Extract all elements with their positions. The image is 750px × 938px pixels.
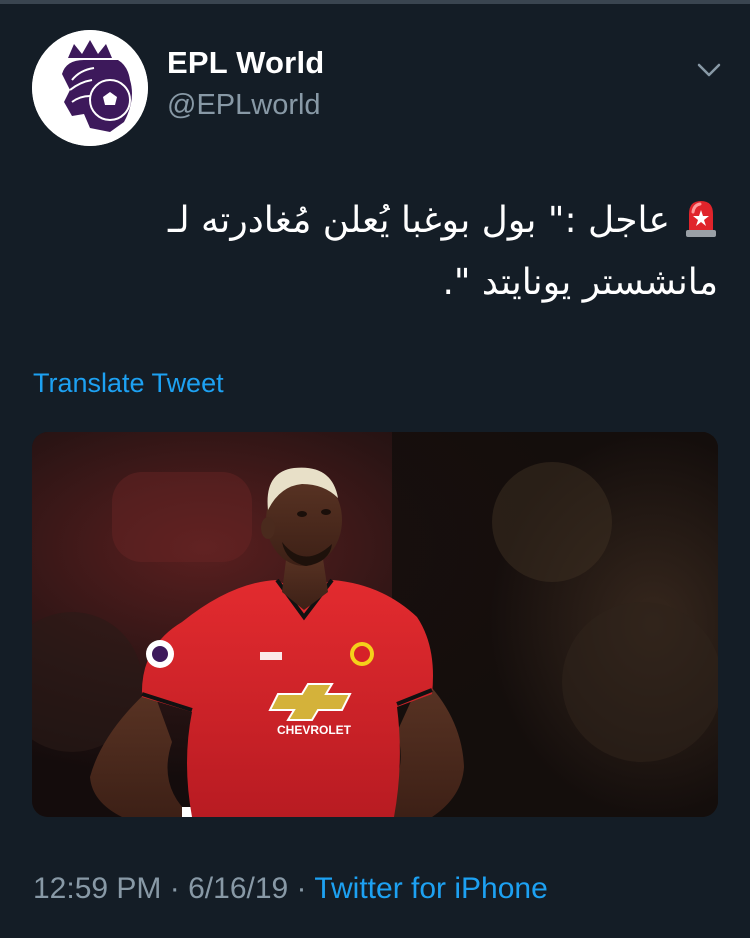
- tweet-timestamp: 12:59 PM · 6/16/19 · Twitter for iPhone: [33, 872, 548, 906]
- top-divider: [0, 0, 750, 4]
- tweet-text-block: عاجل :" بول بوغبا يُعلن مُغادرته لـ مانش…: [28, 190, 718, 314]
- translate-tweet-link[interactable]: Translate Tweet: [33, 368, 224, 399]
- tweet-media-photo[interactable]: CHEVROLET: [32, 432, 718, 817]
- premier-league-lion-icon: [32, 30, 148, 146]
- police-siren-icon: [684, 196, 718, 237]
- separator-dot: ·: [169, 872, 180, 905]
- tweet-text: عاجل :" بول بوغبا يُعلن مُغادرته لـ مانش…: [168, 200, 718, 303]
- photo-icon: CHEVROLET: [32, 432, 718, 817]
- avatar[interactable]: [32, 30, 148, 146]
- tweet-time: 12:59 PM: [33, 872, 162, 905]
- tweet-source-link[interactable]: Twitter for iPhone: [314, 872, 547, 905]
- user-handle[interactable]: @EPLworld: [167, 89, 321, 122]
- tweet-date: 6/16/19: [188, 872, 289, 905]
- chevron-down-icon[interactable]: [694, 58, 724, 82]
- separator-dot: ·: [296, 872, 307, 905]
- kit-sponsor-text: CHEVROLET: [277, 723, 352, 737]
- display-name[interactable]: EPL World: [167, 45, 324, 81]
